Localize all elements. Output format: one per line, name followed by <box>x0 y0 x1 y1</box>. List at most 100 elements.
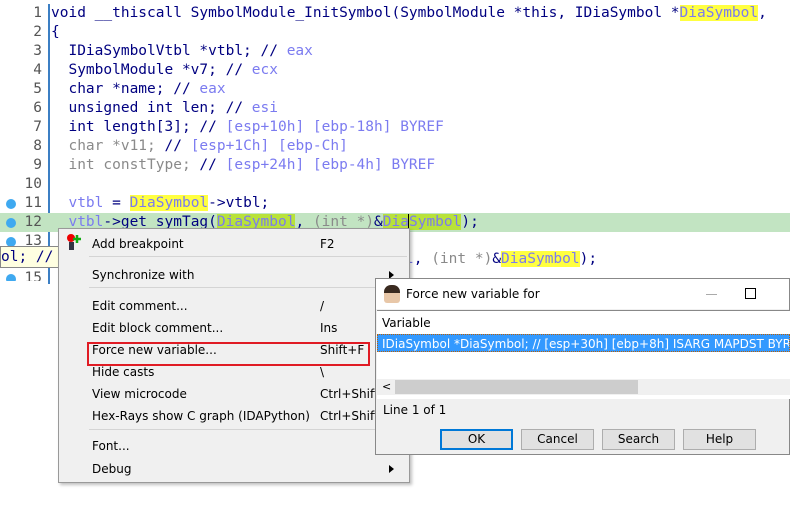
menu-item-label: Debug <box>92 462 132 476</box>
line-number: 7 <box>33 119 42 135</box>
code-token[interactable]: // <box>199 157 225 173</box>
code-line-3[interactable]: 3 IDiaSymbolVtbl *vtbl; // eax <box>0 42 790 61</box>
line-number: 11 <box>24 195 42 211</box>
code-line-2[interactable]: 2{ <box>0 23 790 42</box>
code-line-1[interactable]: 1 void __thiscall SymbolModule_InitSymbol… <box>0 4 790 23</box>
code-line-9[interactable]: 9 int constType; // [esp+24h] [ebp-4h] B… <box>0 156 790 175</box>
hover-tooltip: ol; // <box>0 246 62 268</box>
highlighted-identifier[interactable]: Symbol <box>408 214 462 230</box>
force-new-variable-dialog[interactable]: Force new variable for Variable IDiaSymb… <box>375 278 790 455</box>
menu-item-hex-rays-show-c-graph-idapython[interactable]: Hex-Rays show C graph (IDAPython) Ctrl+Sh… <box>59 405 409 427</box>
menu-item-view-microcode[interactable]: View microcode Ctrl+Shift+ <box>59 383 409 405</box>
menu-item-label: Edit comment... <box>92 299 188 313</box>
context-menu[interactable]: Add breakpoint F2 Synchronize with Edit com… <box>58 228 410 483</box>
menu-separator <box>89 287 407 288</box>
horizontal-scrollbar[interactable]: < <box>377 379 790 395</box>
code-line-10[interactable]: 10 <box>0 175 790 194</box>
highlight-box <box>87 342 370 366</box>
scroll-left-icon[interactable]: < <box>382 380 391 393</box>
code-line-11[interactable]: 11 vtbl = DiaSymbol->vtbl; <box>0 194 790 213</box>
code-token[interactable]: int length[3]; // <box>51 119 226 135</box>
code-token[interactable]: int constType; <box>51 157 199 173</box>
code-token[interactable]: & <box>492 251 501 267</box>
menu-item-edit-comment[interactable]: Edit comment... / <box>59 295 409 317</box>
menu-item-shortcut: / <box>320 299 325 313</box>
menu-item-label: Font... <box>92 439 130 453</box>
code-text[interactable]: int constType; // [esp+24h] [ebp-4h] BYR… <box>51 156 435 175</box>
scrollbar-thumb[interactable] <box>395 380 638 394</box>
code-token[interactable]: IDiaSymbolVtbl *vtbl; // <box>51 43 287 59</box>
highlighted-identifier[interactable]: DiaSymbol <box>679 5 759 21</box>
code-token[interactable]: ecx <box>252 62 278 78</box>
code-token[interactable]: , <box>758 5 767 21</box>
line-number: 9 <box>33 157 42 173</box>
line-number: 4 <box>33 62 42 78</box>
code-token[interactable]: [esp+24h] [ebp-4h] BYREF <box>226 157 436 173</box>
menu-item-font[interactable]: Font... <box>59 435 409 457</box>
highlighted-identifier[interactable]: DiaSymbol <box>129 195 209 211</box>
variable-list[interactable]: Variable IDiaSymbol *DiaSymbol; // [esp+… <box>377 310 790 399</box>
code-token[interactable]: [esp+1Ch] [ebp-Ch] <box>191 138 348 154</box>
dialog-title: Force new variable for <box>406 287 540 301</box>
minimize-button[interactable] <box>706 294 717 295</box>
ida-app-icon <box>384 285 400 303</box>
code-token[interactable]: eax <box>287 43 313 59</box>
code-token[interactable]: vtbl <box>51 195 103 211</box>
line-number: 5 <box>33 81 42 97</box>
highlighted-identifier[interactable]: DiaSymbol <box>501 251 580 267</box>
line-number: 8 <box>33 138 42 154</box>
code-token[interactable]: , <box>414 251 431 267</box>
code-token[interactable]: = <box>103 195 129 211</box>
code-text[interactable]: char *v11; // [esp+1Ch] [ebp-Ch] <box>51 137 348 156</box>
menu-item-synchronize-with[interactable]: Synchronize with <box>59 264 409 286</box>
code-line-8[interactable]: 8 char *v11; // [esp+1Ch] [ebp-Ch] <box>0 137 790 156</box>
code-text[interactable]: { <box>51 23 60 42</box>
code-text[interactable]: IDiaSymbolVtbl *vtbl; // eax <box>51 42 313 61</box>
menu-item-shortcut: F2 <box>320 237 335 251</box>
menu-separator <box>89 429 407 430</box>
column-header-variable[interactable]: Variable <box>382 316 431 330</box>
menu-item-label: Edit block comment... <box>92 321 224 335</box>
code-token[interactable]: esi <box>252 100 278 116</box>
maximize-button[interactable] <box>745 288 756 299</box>
code-text[interactable]: void __thiscall SymbolModule_InitSymbol(… <box>51 4 767 23</box>
list-row-selected[interactable]: IDiaSymbol *DiaSymbol; // [esp+30h] [ebp… <box>377 334 790 352</box>
search-button[interactable]: Search <box>602 429 675 450</box>
code-token[interactable]: void __thiscall SymbolModule_InitSymbol(… <box>51 5 680 21</box>
menu-item-label: View microcode <box>92 387 187 401</box>
menu-item-debug[interactable]: Debug <box>59 458 409 480</box>
code-text[interactable]: unsigned int len; // esi <box>51 99 278 118</box>
code-token[interactable]: eax <box>199 81 225 97</box>
cancel-button[interactable]: Cancel <box>521 429 594 450</box>
code-text[interactable]: int length[3]; // [esp+10h] [ebp-18h] BY… <box>51 118 444 137</box>
submenu-arrow-icon <box>389 465 394 473</box>
code-token[interactable]: char *v11; <box>51 138 165 154</box>
code-line-7[interactable]: 7 int length[3]; // [esp+10h] [ebp-18h] … <box>0 118 790 137</box>
menu-item-label: Add breakpoint <box>92 237 184 251</box>
dialog-titlebar[interactable]: Force new variable for <box>376 279 789 309</box>
code-token[interactable]: ); <box>461 214 478 230</box>
line-number: 2 <box>33 24 42 40</box>
code-token[interactable]: char *name; // <box>51 81 199 97</box>
code-text[interactable]: SymbolModule *v7; // ecx <box>51 61 278 80</box>
line-number: 12 <box>24 214 42 230</box>
code-token[interactable]: // <box>165 138 191 154</box>
code-token[interactable]: ); <box>580 251 597 267</box>
code-token[interactable]: SymbolModule *v7; // <box>51 62 252 78</box>
code-line-5[interactable]: 5 char *name; // eax <box>0 80 790 99</box>
ok-button[interactable]: OK <box>440 429 513 450</box>
code-text[interactable]: char *name; // eax <box>51 80 225 99</box>
code-token[interactable]: ->vtbl; <box>208 195 269 211</box>
line-number: 3 <box>33 43 42 59</box>
code-token[interactable]: [esp+10h] [ebp-18h] BYREF <box>226 119 444 135</box>
code-text[interactable]: vtbl = DiaSymbol->vtbl; <box>51 194 269 213</box>
code-token[interactable]: { <box>51 24 60 40</box>
code-line-6[interactable]: 6 unsigned int len; // esi <box>0 99 790 118</box>
help-button[interactable]: Help <box>683 429 756 450</box>
code-line-4[interactable]: 4 SymbolModule *v7; // ecx <box>0 61 790 80</box>
menu-item-edit-block-comment[interactable]: Edit block comment... Ins <box>59 317 409 339</box>
code-token[interactable]: (int *) <box>431 251 492 267</box>
menu-item-add-breakpoint[interactable]: Add breakpoint F2 <box>59 233 409 255</box>
code-token[interactable]: unsigned int len; // <box>51 100 252 116</box>
line-number: 1 <box>33 5 42 21</box>
